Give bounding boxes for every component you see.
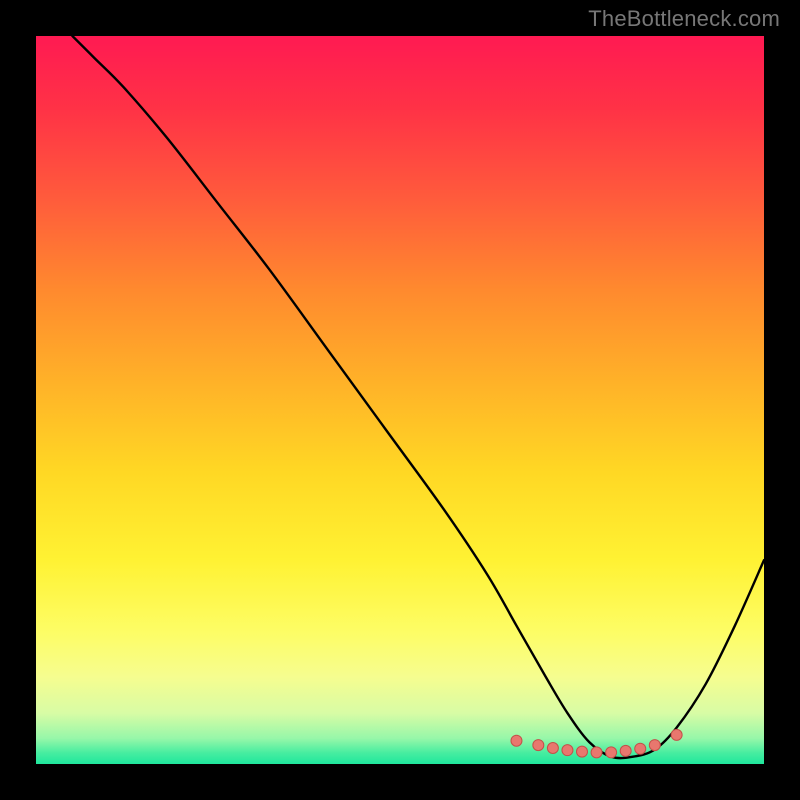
sweet-spot-marker [671,729,682,740]
sweet-spot-marker [620,745,631,756]
sweet-spot-marker [635,743,646,754]
sweet-spot-marker [562,745,573,756]
sweet-spot-marker [547,742,558,753]
sweet-spot-marker [606,747,617,758]
sweet-spot-marker [511,735,522,746]
gradient-background [36,36,764,764]
sweet-spot-marker [591,747,602,758]
chart-plot-area [36,36,764,764]
sweet-spot-marker [577,746,588,757]
chart-svg [36,36,764,764]
watermark-label: TheBottleneck.com [588,6,780,32]
sweet-spot-marker [533,740,544,751]
sweet-spot-marker [649,740,660,751]
